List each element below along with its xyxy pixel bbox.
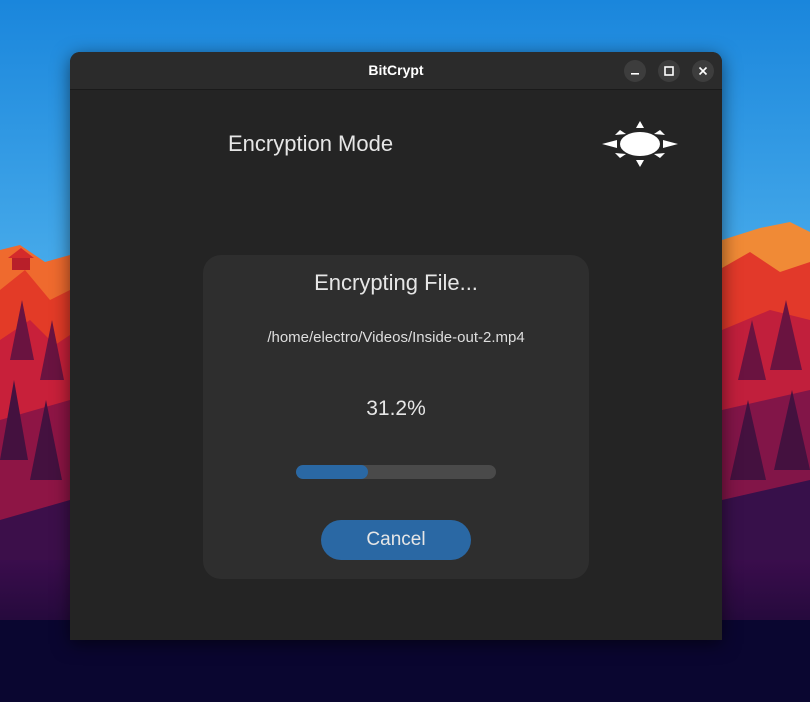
theme-toggle-button[interactable] bbox=[598, 118, 682, 170]
progress-percent: 31.2% bbox=[366, 397, 426, 420]
progress-title: Encrypting File... bbox=[314, 270, 478, 295]
desktop: BitCrypt Encryption Mode Encrypting File… bbox=[0, 0, 810, 702]
close-button[interactable] bbox=[692, 60, 714, 82]
file-path-label: /home/electro/Videos/Inside-out-2.mp4 bbox=[267, 329, 525, 346]
app-window: BitCrypt Encryption Mode Encrypting File… bbox=[70, 52, 722, 640]
title-bar[interactable]: BitCrypt bbox=[70, 52, 722, 90]
progress-bar bbox=[296, 465, 496, 479]
progress-card: Encrypting File... /home/electro/Videos/… bbox=[203, 255, 589, 579]
minimize-button[interactable] bbox=[624, 60, 646, 82]
maximize-icon bbox=[664, 66, 674, 76]
maximize-button[interactable] bbox=[658, 60, 680, 82]
sun-icon bbox=[602, 121, 678, 167]
close-icon bbox=[698, 66, 708, 76]
mode-title: Encryption Mode bbox=[228, 131, 394, 156]
minimize-icon bbox=[631, 73, 639, 75]
progress-bar-fill bbox=[296, 465, 368, 479]
cancel-button[interactable]: Cancel bbox=[321, 520, 471, 560]
